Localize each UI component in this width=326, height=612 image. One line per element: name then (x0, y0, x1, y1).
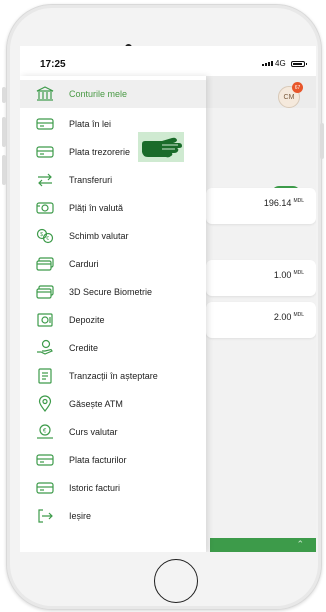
volume-up-button (2, 117, 6, 147)
menu-item-label: Ieșire (69, 511, 92, 521)
network-type: 4G (275, 59, 286, 68)
menu-item-credite[interactable]: Credite (20, 334, 206, 362)
account-card[interactable]: 196.14 MDL (206, 188, 316, 224)
exchange-icon: $€ (36, 228, 54, 244)
menu-item-label: Conturile mele (69, 89, 128, 99)
menu-item-gaseste-atm[interactable]: Găsește ATM (20, 390, 206, 418)
menu-item-label: Credite (69, 343, 99, 353)
account-amount: 1.00 (273, 270, 292, 280)
menu-item-curs-valutar[interactable]: € Curs valutar (20, 418, 206, 446)
svg-text:€: € (43, 429, 47, 435)
card-icon (36, 118, 54, 130)
menu-item-carduri[interactable]: Carduri (20, 250, 206, 278)
exchange-rate-icon: € (37, 424, 53, 439)
account-card[interactable]: 1.00 MDL (206, 260, 316, 296)
menu-item-label: Plata facturilor (69, 455, 127, 465)
transfer-arrows-icon (38, 173, 52, 187)
cards-icon (36, 285, 54, 299)
currency-card-icon (36, 202, 54, 214)
logout-icon (38, 509, 53, 523)
card-icon (36, 482, 54, 494)
menu-item-schimb-valutar[interactable]: $ € Schimb valutar (20, 222, 206, 250)
menu-item-plati-in-valuta[interactable]: Plăți în valută (20, 194, 206, 222)
side-menu-drawer: Conturile mele Plata în lei Plata trezor… (20, 76, 206, 552)
status-bar: 17:25 4G (20, 46, 316, 76)
account-currency: MDL (293, 312, 304, 318)
account-currency: MDL (293, 270, 304, 276)
safe-icon (37, 313, 53, 327)
account-card[interactable]: 2.00 MDL (206, 302, 316, 338)
menu-item-label: 3D Secure Biometrie (69, 287, 153, 297)
menu-item-label: Schimb valutar (69, 231, 129, 241)
card-icon (36, 454, 54, 466)
pointer-hand-overlay (138, 132, 184, 162)
location-pin-icon (38, 395, 52, 412)
menu-item-plata-facturilor[interactable]: Plata facturilor (20, 446, 206, 474)
menu-item-label: Plata în lei (69, 119, 112, 129)
screen: 17:25 4G CM 67 d 196.14MDL 1.00MDL 2.00M… (20, 46, 316, 552)
account-currency: MDL (293, 198, 304, 204)
menu-item-depozite[interactable]: Depozite (20, 306, 206, 334)
account-amount: 196.14 (263, 198, 292, 208)
document-icon (38, 368, 52, 384)
signal-icon (262, 61, 273, 66)
account-amount: 2.00 (273, 312, 292, 322)
menu-item-label: Tranzacții în așteptare (69, 371, 158, 381)
menu-item-tranzactii-in-asteptare[interactable]: Tranzacții în așteptare (20, 362, 206, 390)
menu-item-conturile-mele[interactable]: Conturile mele (20, 80, 206, 108)
menu-item-istoric-facturi[interactable]: Istoric facturi (20, 474, 206, 502)
home-button[interactable] (154, 559, 198, 603)
bank-icon (36, 86, 54, 101)
bottom-action-bar[interactable]: ⌃ (210, 538, 316, 552)
power-button (320, 123, 324, 159)
menu-item-label: Curs valutar (69, 427, 118, 437)
menu-item-3d-secure-biometrie[interactable]: 3D Secure Biometrie (20, 278, 206, 306)
status-time: 17:25 (40, 59, 66, 70)
menu-item-iesire[interactable]: Ieșire (20, 502, 206, 530)
menu-item-label: Carduri (69, 259, 99, 269)
menu-item-label: Găsește ATM (69, 399, 123, 409)
mute-switch (2, 87, 6, 103)
hand-coin-icon (37, 339, 53, 355)
cards-icon (36, 257, 54, 271)
notification-badge: 67 (292, 82, 303, 93)
menu-item-transferuri[interactable]: Transferuri (20, 166, 206, 194)
chevron-up-icon: ⌃ (296, 539, 304, 549)
menu-item-label: Plăți în valută (69, 203, 124, 213)
menu-item-label: Plata trezorerie (69, 147, 131, 157)
volume-down-button (2, 155, 6, 185)
menu-item-label: Transferuri (69, 175, 113, 185)
battery-icon (291, 61, 307, 67)
menu-item-label: Istoric facturi (69, 483, 121, 493)
svg-text:$: $ (40, 232, 43, 238)
svg-text:€: € (46, 236, 49, 242)
pointing-hand-icon (142, 137, 182, 158)
card-icon (36, 146, 54, 158)
menu-item-label: Depozite (69, 315, 105, 325)
